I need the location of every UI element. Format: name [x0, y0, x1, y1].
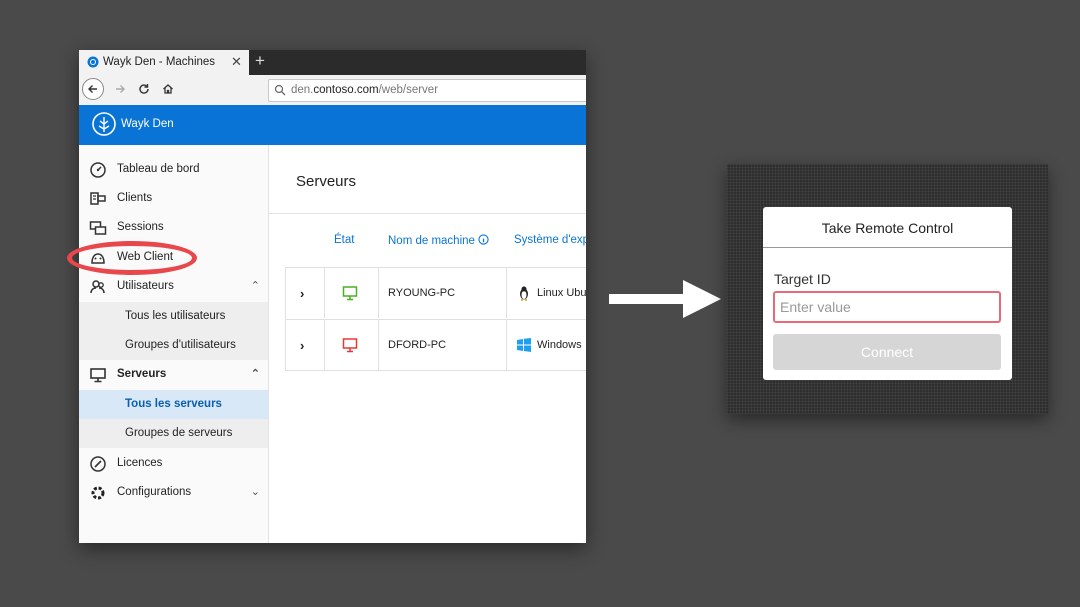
- sidebar-item-sessions[interactable]: Sessions: [79, 213, 268, 242]
- header-divider: [269, 213, 586, 214]
- sidebar-item-label: Groupes d'utilisateurs: [125, 339, 236, 351]
- expand-row-icon[interactable]: ›: [300, 286, 304, 301]
- highlight-ellipse: [67, 241, 197, 275]
- sidebar-item-clients[interactable]: Clients: [79, 184, 268, 213]
- url-prefix: den.: [291, 84, 314, 96]
- monitor-online-icon: [342, 286, 358, 301]
- arrow-right-icon: [116, 85, 125, 93]
- dialog-divider: [763, 247, 1012, 248]
- dialog-title: Take Remote Control: [821, 220, 954, 236]
- sidebar-item-label: Clients: [117, 192, 153, 204]
- machine-name: DFORD-PC: [388, 339, 447, 351]
- column-header-machine[interactable]: Nom de machine: [388, 234, 489, 247]
- arrow-left-icon: [88, 85, 97, 93]
- monitor-offline-icon: [342, 338, 358, 353]
- tab-close-icon[interactable]: ✕: [231, 54, 242, 70]
- nav-bar: den.contoso.com/web/server: [79, 75, 586, 106]
- sidebar-item-licenses[interactable]: Licences: [79, 449, 268, 478]
- gear-icon: [91, 486, 105, 500]
- sidebar-item-dashboard[interactable]: Tableau de bord: [79, 155, 268, 184]
- sessions-icon: [89, 221, 107, 235]
- chevron-up-icon: ⌃: [250, 280, 260, 292]
- sidebar-item-label: Serveurs: [117, 368, 167, 380]
- sidebar-item-label: Utilisateurs: [117, 280, 174, 292]
- address-bar[interactable]: den.contoso.com/web/server: [268, 79, 586, 102]
- back-button[interactable]: [82, 78, 104, 100]
- column-header-os[interactable]: Système d'exp: [514, 234, 586, 246]
- wayk-logo-icon: [92, 112, 116, 136]
- os-name: Linux Ubu: [537, 287, 586, 299]
- windows-icon: [517, 338, 531, 352]
- arrow-right-icon: [609, 280, 721, 318]
- target-id-input[interactable]: [773, 291, 1001, 323]
- column-header-label: Nom de machine: [388, 235, 475, 247]
- reload-icon: [139, 84, 149, 94]
- os-name: Windows: [537, 339, 582, 351]
- chevron-down-icon: ⌄: [250, 486, 260, 498]
- sidebar-item-label: Tous les utilisateurs: [125, 310, 226, 322]
- machine-name: RYOUNG-PC: [388, 287, 456, 299]
- sidebar-subitem-all-users[interactable]: Tous les utilisateurs: [79, 302, 268, 331]
- cell-divider: [378, 320, 379, 370]
- table-row[interactable]: › DFORD-PC Windows: [286, 319, 586, 370]
- gauge-icon: [90, 162, 106, 178]
- reload-button[interactable]: [133, 78, 155, 100]
- expand-row-icon[interactable]: ›: [300, 338, 304, 353]
- tab-strip: Wayk Den - Machines ✕ +: [79, 50, 586, 75]
- sidebar-item-label: Sessions: [117, 221, 164, 233]
- dialog-backdrop: Take Remote Control Target ID Connect: [727, 164, 1048, 414]
- home-button[interactable]: [157, 78, 179, 100]
- url-domain: contoso.com: [313, 84, 379, 96]
- wayk-favicon-icon: [87, 56, 99, 68]
- target-id-label: Target ID: [774, 271, 831, 287]
- sidebar-item-label: Groupes de serveurs: [125, 427, 233, 439]
- main-content: Serveurs État Nom de machine Système d'e…: [269, 145, 586, 543]
- cell-divider: [506, 320, 507, 370]
- cell-divider: [378, 268, 379, 318]
- search-icon: [274, 84, 286, 96]
- page-title: Serveurs: [296, 173, 357, 190]
- connect-button[interactable]: Connect: [773, 334, 1001, 370]
- sidebar-item-label: Tous les serveurs: [125, 398, 222, 410]
- info-icon: [478, 234, 489, 245]
- browser-window: Wayk Den - Machines ✕ + den.contoso.com/…: [79, 50, 586, 543]
- cell-divider: [324, 268, 325, 318]
- monitor-icon: [90, 368, 106, 383]
- sidebar-item-configurations[interactable]: Configurations ⌄: [79, 478, 268, 507]
- sidebar: Tableau de bord Clients Sessions Web Cli…: [79, 145, 269, 543]
- sidebar-subitem-all-servers[interactable]: Tous les serveurs: [79, 390, 268, 419]
- sidebar-item-label: Licences: [117, 457, 163, 469]
- app-header: Wayk Den: [79, 105, 586, 145]
- new-tab-button[interactable]: +: [255, 51, 265, 71]
- cell-divider: [506, 268, 507, 318]
- sidebar-item-users[interactable]: Utilisateurs ⌃: [79, 272, 268, 301]
- column-header-state[interactable]: État: [334, 234, 354, 246]
- url-path: /web/server: [378, 84, 439, 96]
- cell-divider: [324, 320, 325, 370]
- app-name: Wayk Den: [121, 118, 174, 130]
- clients-icon: [90, 192, 106, 205]
- sidebar-subitem-server-groups[interactable]: Groupes de serveurs: [79, 419, 268, 448]
- table-row[interactable]: › RYOUNG-PC Linux Ubu: [286, 268, 586, 318]
- tab-title: Wayk Den - Machines: [103, 56, 216, 68]
- license-icon: [90, 456, 106, 472]
- url-text: den.contoso.com/web/server: [291, 84, 438, 96]
- servers-table: › RYOUNG-PC Linux Ubu › DFORD-PC Windows: [285, 267, 586, 371]
- home-icon: [163, 84, 173, 94]
- linux-tux-icon: [520, 286, 528, 301]
- sidebar-item-servers[interactable]: Serveurs ⌃: [79, 360, 268, 389]
- sidebar-item-label: Tableau de bord: [117, 163, 200, 175]
- take-remote-control-dialog: Take Remote Control Target ID Connect: [763, 207, 1012, 380]
- forward-button[interactable]: [109, 78, 131, 100]
- chevron-up-icon: ⌃: [250, 368, 260, 380]
- sidebar-item-label: Configurations: [117, 486, 192, 498]
- browser-tab[interactable]: Wayk Den - Machines ✕: [79, 50, 249, 75]
- sidebar-subitem-user-groups[interactable]: Groupes d'utilisateurs: [79, 331, 268, 360]
- users-icon: [90, 280, 105, 294]
